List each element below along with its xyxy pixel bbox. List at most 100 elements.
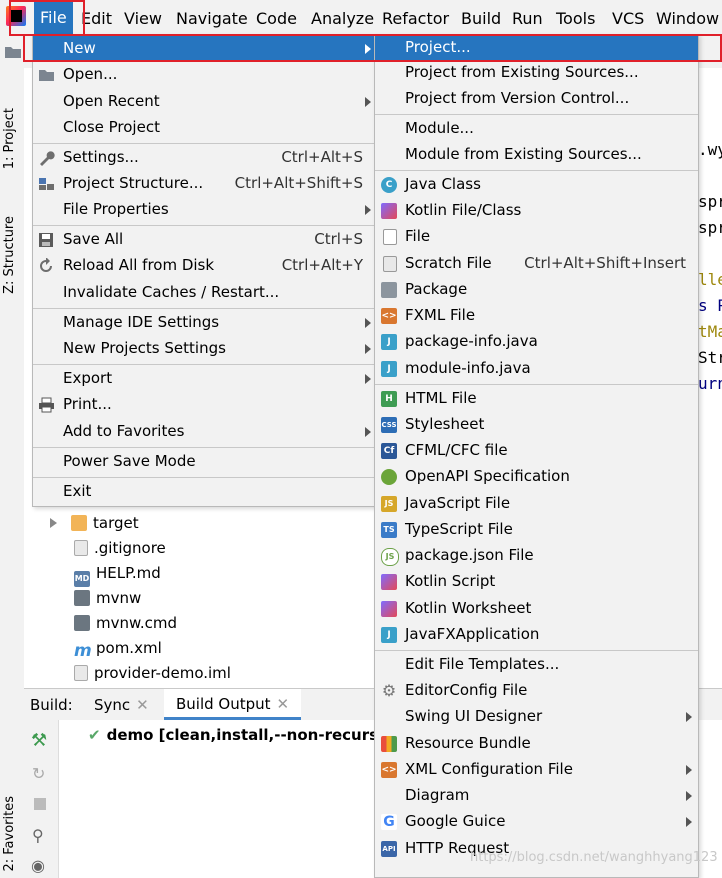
new-module-info-java[interactable]: Jmodule-info.java — [375, 356, 698, 382]
new-javascript-file[interactable]: JS JavaScript File — [375, 491, 698, 517]
new-file[interactable]: File — [375, 224, 698, 250]
close-icon[interactable]: ✕ — [136, 696, 149, 714]
new-diagram[interactable]: Diagram — [375, 783, 698, 809]
check-icon: ✔ — [88, 726, 101, 744]
new-typescript-file[interactable]: TS TypeScript File — [375, 517, 698, 543]
new-html-file[interactable]: H HTML File — [375, 386, 698, 412]
file-menu-power-save-mode[interactable]: Power Save Mode — [33, 449, 375, 475]
new-javafx-application[interactable]: J JavaFXApplication — [375, 622, 698, 648]
file-menu-print[interactable]: Print... — [33, 392, 375, 418]
new-java-class[interactable]: C Java Class — [375, 172, 698, 198]
file-menu-dropdown: New Open... Open Recent Close Project Se… — [32, 34, 376, 507]
build-side-toolbar: ⚒ ↻ ⚲ ◉ — [24, 720, 59, 878]
new-resource-bundle[interactable]: Resource Bundle — [375, 731, 698, 757]
tree-row-pom-xml[interactable]: m pom.xml — [74, 637, 162, 660]
menu-view[interactable]: View — [124, 9, 162, 29]
file-menu-new-projects-settings[interactable]: New Projects Settings — [33, 336, 375, 362]
menu-item-label: package-info.java — [405, 332, 538, 350]
file-menu-exit[interactable]: Exit — [33, 479, 375, 505]
menu-refactor[interactable]: Refactor — [382, 9, 449, 29]
chevron-right-icon[interactable] — [50, 518, 57, 528]
menu-item-label: Kotlin File/Class — [405, 201, 522, 219]
menu-edit[interactable]: Edit — [81, 9, 112, 29]
menu-item-label: Diagram — [405, 786, 470, 804]
menu-tools[interactable]: Tools — [556, 9, 595, 29]
favorites-tool-tab[interactable]: 2: Favorites — [2, 796, 17, 872]
new-edit-file-templates[interactable]: Edit File Templates... — [375, 652, 698, 678]
file-menu-manage-ide-settings[interactable]: Manage IDE Settings — [33, 310, 375, 336]
new-swing-ui-designer[interactable]: Swing UI Designer — [375, 704, 698, 730]
tree-row-gitignore[interactable]: .gitignore — [74, 537, 166, 559]
new-kotlin-file-class[interactable]: Kotlin File/Class — [375, 198, 698, 224]
close-icon[interactable]: ✕ — [277, 695, 290, 713]
new-package-json-file[interactable]: JS package.json File — [375, 543, 698, 569]
menu-build[interactable]: Build — [461, 9, 501, 29]
new-stylesheet[interactable]: CSS Stylesheet — [375, 412, 698, 438]
new-module-from-existing-sources[interactable]: Module from Existing Sources... — [375, 142, 698, 168]
file-menu-export[interactable]: Export — [33, 366, 375, 392]
project-tool-tab[interactable]: 1: Project — [2, 108, 17, 169]
menu-run[interactable]: Run — [512, 9, 543, 29]
new-package-info-java[interactable]: Jpackage-info.java — [375, 329, 698, 355]
file-menu-open-recent[interactable]: Open Recent — [33, 89, 375, 115]
new-module[interactable]: Module... — [375, 116, 698, 142]
new-kotlin-script[interactable]: Kotlin Script — [375, 569, 698, 595]
shell-script-icon — [74, 590, 90, 606]
file-menu-invalidate-caches[interactable]: Invalidate Caches / Restart... — [33, 280, 375, 306]
menu-navigate[interactable]: Navigate — [176, 9, 248, 29]
structure-tool-tab[interactable]: Z: Structure — [2, 216, 17, 294]
tab-build-output[interactable]: Build Output ✕ — [164, 689, 302, 720]
menu-vcs[interactable]: VCS — [612, 9, 644, 29]
new-google-guice[interactable]: G Google Guice — [375, 809, 698, 835]
tree-item-label: .gitignore — [94, 539, 166, 557]
hammer-icon[interactable]: ⚒ — [31, 730, 47, 751]
menu-item-label: Kotlin Worksheet — [405, 599, 532, 617]
file-menu-project-structure[interactable]: Project Structure... Ctrl+Alt+Shift+S — [33, 171, 375, 197]
javascript-file-icon: JS — [381, 496, 397, 512]
code-line: urn — [698, 374, 722, 393]
eye-icon[interactable]: ◉ — [31, 856, 45, 875]
tree-row-help-md[interactable]: MD HELP.md — [74, 562, 161, 587]
file-menu-add-to-favorites[interactable]: Add to Favorites — [33, 419, 375, 445]
menu-file[interactable]: File — [34, 2, 73, 34]
new-project-from-vcs[interactable]: Project from Version Control... — [375, 86, 698, 112]
folder-open-icon — [39, 70, 54, 81]
file-menu-new[interactable]: New — [33, 36, 375, 62]
tree-row-mvnw[interactable]: mvnw — [74, 587, 141, 609]
stop-icon[interactable] — [34, 798, 46, 810]
menu-analyze[interactable]: Analyze — [311, 9, 374, 29]
file-menu-close-project[interactable]: Close Project — [33, 115, 375, 141]
file-menu-settings[interactable]: Settings... Ctrl+Alt+S — [33, 145, 375, 171]
file-menu-save-all[interactable]: Save All Ctrl+S — [33, 227, 375, 253]
tree-row-mvnw-cmd[interactable]: mvnw.cmd — [74, 612, 177, 634]
new-cfml-cfc-file[interactable]: Cf CFML/CFC file — [375, 438, 698, 464]
tab-sync[interactable]: Sync ✕ — [94, 696, 149, 714]
new-editorconfig-file[interactable]: ⚙ EditorConfig File — [375, 678, 698, 704]
tree-row-provider-demo-iml[interactable]: provider-demo.iml — [74, 662, 231, 684]
rerun-icon[interactable]: ↻ — [32, 764, 45, 783]
tree-row-target[interactable]: target — [50, 512, 139, 534]
new-openapi-specification[interactable]: OpenAPI Specification — [375, 464, 698, 490]
new-project[interactable]: Project... — [375, 35, 698, 61]
new-scratch-file[interactable]: Scratch File Ctrl+Alt+Shift+Insert — [375, 251, 698, 277]
file-menu-reload-all[interactable]: Reload All from Disk Ctrl+Alt+Y — [33, 253, 375, 279]
editor-area[interactable]: .wy spr spr lle s P tMa Str urn — [698, 68, 722, 688]
new-project-from-existing-sources[interactable]: Project from Existing Sources... — [375, 60, 698, 86]
pin-icon[interactable]: ⚲ — [32, 826, 44, 845]
menu-window[interactable]: Window — [656, 9, 719, 29]
menu-item-label: Scratch File — [405, 254, 492, 272]
build-result-row[interactable]: ✔ demo [clean,install,--non-recursive — [88, 726, 403, 744]
menu-separator — [33, 447, 375, 448]
file-menu-open[interactable]: Open... — [33, 62, 375, 88]
new-xml-configuration-file[interactable]: <> XML Configuration File — [375, 757, 698, 783]
new-kotlin-worksheet[interactable]: Kotlin Worksheet — [375, 596, 698, 622]
file-menu-file-properties[interactable]: File Properties — [33, 197, 375, 223]
menu-code[interactable]: Code — [256, 9, 297, 29]
scratch-file-icon — [383, 256, 397, 272]
wrench-icon — [40, 151, 55, 166]
folder-icon[interactable] — [4, 45, 22, 59]
new-package[interactable]: Package — [375, 277, 698, 303]
new-fxml-file[interactable]: <> FXML File — [375, 303, 698, 329]
project-structure-icon — [39, 178, 54, 190]
menu-separator — [375, 384, 698, 385]
